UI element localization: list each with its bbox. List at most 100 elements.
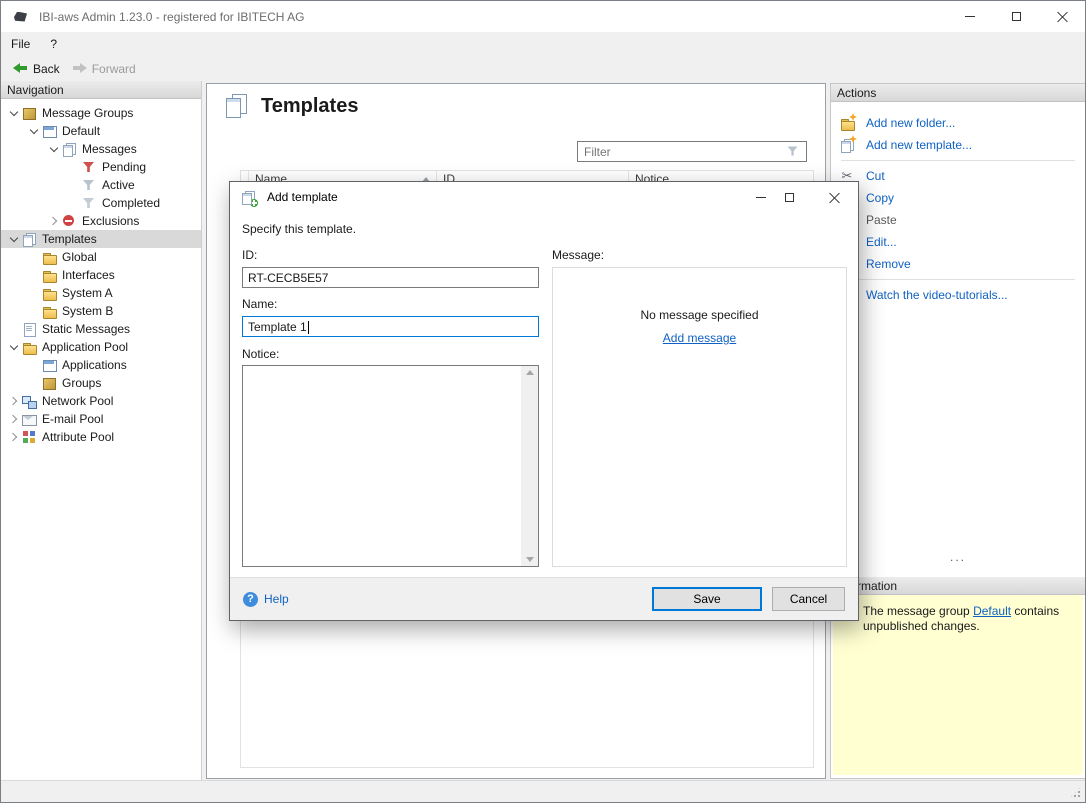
notice-label: Notice: xyxy=(242,347,279,361)
filter-funnel-icon[interactable] xyxy=(786,144,800,158)
text-caret xyxy=(308,321,309,334)
chevron-spacer xyxy=(67,160,81,174)
minimize-icon xyxy=(965,16,975,17)
add-message-link[interactable]: Add message xyxy=(663,331,736,345)
tree-item-default[interactable]: Default xyxy=(1,122,201,140)
add-template-dialog-icon xyxy=(240,189,256,205)
action-edit[interactable]: Edit... xyxy=(839,231,1085,253)
chevron-spacer xyxy=(27,250,41,264)
minimize-icon xyxy=(756,197,766,198)
minimize-button[interactable] xyxy=(947,1,993,32)
dialog-close-button[interactable] xyxy=(820,186,848,208)
tree-item-global[interactable]: Global xyxy=(1,248,201,266)
tree-item-interfaces[interactable]: Interfaces xyxy=(1,266,201,284)
close-button[interactable] xyxy=(1039,1,1085,32)
tree-item-attribute-pool[interactable]: Attribute Pool xyxy=(1,428,201,446)
maximize-icon xyxy=(1012,12,1021,21)
scroll-up-icon[interactable] xyxy=(526,370,534,375)
tree-item-pending[interactable]: Pending xyxy=(1,158,201,176)
filter-box xyxy=(577,141,807,162)
navigation-tree: Message Groups Default Messages Pending xyxy=(1,99,201,446)
message-box: No message specified Add message xyxy=(552,267,847,567)
dialog-title: Add template xyxy=(267,190,338,204)
chevron-right-icon[interactable] xyxy=(7,430,21,444)
templates-page-icon xyxy=(223,93,249,119)
chevron-down-icon[interactable] xyxy=(7,106,21,120)
help-icon: ? xyxy=(243,592,258,607)
chevron-down-icon[interactable] xyxy=(7,340,21,354)
default-group-link[interactable]: Default xyxy=(973,604,1011,618)
tree-item-static-messages[interactable]: Static Messages xyxy=(1,320,201,338)
chevron-down-icon[interactable] xyxy=(47,142,61,156)
chevron-right-icon[interactable] xyxy=(7,412,21,426)
network-pool-icon xyxy=(21,393,37,409)
exclusions-icon xyxy=(61,213,77,229)
filter-input[interactable] xyxy=(577,141,807,162)
tree-item-groups[interactable]: Groups xyxy=(1,374,201,392)
tree-item-application-pool[interactable]: Application Pool xyxy=(1,338,201,356)
chevron-spacer xyxy=(67,178,81,192)
tree-item-exclusions[interactable]: Exclusions xyxy=(1,212,201,230)
forward-button[interactable]: Forward xyxy=(68,60,144,78)
back-button[interactable]: Back xyxy=(9,60,68,78)
action-cut[interactable]: ✂ Cut xyxy=(839,165,1085,187)
scroll-down-icon[interactable] xyxy=(526,557,534,562)
tree-item-completed[interactable]: Completed xyxy=(1,194,201,212)
chevron-down-icon[interactable] xyxy=(7,232,21,246)
cancel-button[interactable]: Cancel xyxy=(772,587,845,611)
menu-help[interactable]: ? xyxy=(40,32,67,56)
save-button[interactable]: Save xyxy=(652,587,762,611)
dialog-minimize-button[interactable] xyxy=(747,186,775,208)
chevron-spacer xyxy=(7,322,21,336)
action-add-new-template[interactable]: Add new template... xyxy=(839,134,1085,156)
separator xyxy=(841,160,1075,161)
menu-file[interactable]: File xyxy=(1,32,40,56)
completed-filter-icon xyxy=(81,195,97,211)
splitter-handle[interactable]: ... xyxy=(831,550,1085,564)
action-paste[interactable]: Paste xyxy=(839,209,1085,231)
chevron-spacer xyxy=(27,286,41,300)
tree-item-system-a[interactable]: System A xyxy=(1,284,201,302)
notice-input[interactable] xyxy=(243,366,538,566)
chevron-down-icon[interactable] xyxy=(27,124,41,138)
back-arrow-icon xyxy=(13,62,28,75)
tree-item-active[interactable]: Active xyxy=(1,176,201,194)
dialog-subtitle: Specify this template. xyxy=(242,222,356,236)
titlebar[interactable]: IBI-aws Admin 1.23.0 - registered for IB… xyxy=(1,1,1085,32)
tree-item-applications[interactable]: Applications xyxy=(1,356,201,374)
action-copy[interactable]: Copy xyxy=(839,187,1085,209)
chevron-right-icon[interactable] xyxy=(7,394,21,408)
actions-list: Add new folder... Add new template... ✂ … xyxy=(831,102,1085,306)
actions-header: Actions xyxy=(831,84,1085,102)
id-input[interactable]: RT-CECB5E57 xyxy=(242,267,539,288)
information-header: Information xyxy=(831,577,1085,595)
action-add-new-folder[interactable]: Add new folder... xyxy=(839,112,1085,134)
notice-field xyxy=(242,365,539,567)
folder-icon xyxy=(41,303,57,319)
navigation-header: Navigation xyxy=(1,81,201,99)
help-link[interactable]: ? Help xyxy=(243,592,289,607)
tree-item-message-groups[interactable]: Message Groups xyxy=(1,104,201,122)
separator xyxy=(841,279,1075,280)
static-messages-icon xyxy=(21,321,37,337)
navigation-panel: Navigation Message Groups Default Messag… xyxy=(1,81,202,780)
dialog-maximize-button[interactable] xyxy=(775,186,803,208)
dialog-titlebar[interactable]: Add template xyxy=(230,182,858,212)
tree-item-email-pool[interactable]: E-mail Pool xyxy=(1,410,201,428)
action-watch-video-tutorials[interactable]: Watch the video-tutorials... xyxy=(839,284,1085,306)
menubar: File ? xyxy=(1,32,1085,56)
messages-icon xyxy=(61,141,77,157)
tree-item-messages[interactable]: Messages xyxy=(1,140,201,158)
tree-item-system-b[interactable]: System B xyxy=(1,302,201,320)
no-message-text: No message specified xyxy=(553,308,846,322)
action-remove[interactable]: Remove xyxy=(839,253,1085,275)
maximize-button[interactable] xyxy=(993,1,1039,32)
notice-scrollbar[interactable] xyxy=(521,366,538,566)
resize-grip[interactable] xyxy=(1069,786,1082,799)
tree-item-templates[interactable]: Templates xyxy=(1,230,201,248)
tree-item-network-pool[interactable]: Network Pool xyxy=(1,392,201,410)
name-input[interactable]: Template 1 xyxy=(242,316,539,337)
app-icon xyxy=(13,9,29,25)
chevron-right-icon[interactable] xyxy=(47,214,61,228)
folder-icon xyxy=(41,249,57,265)
